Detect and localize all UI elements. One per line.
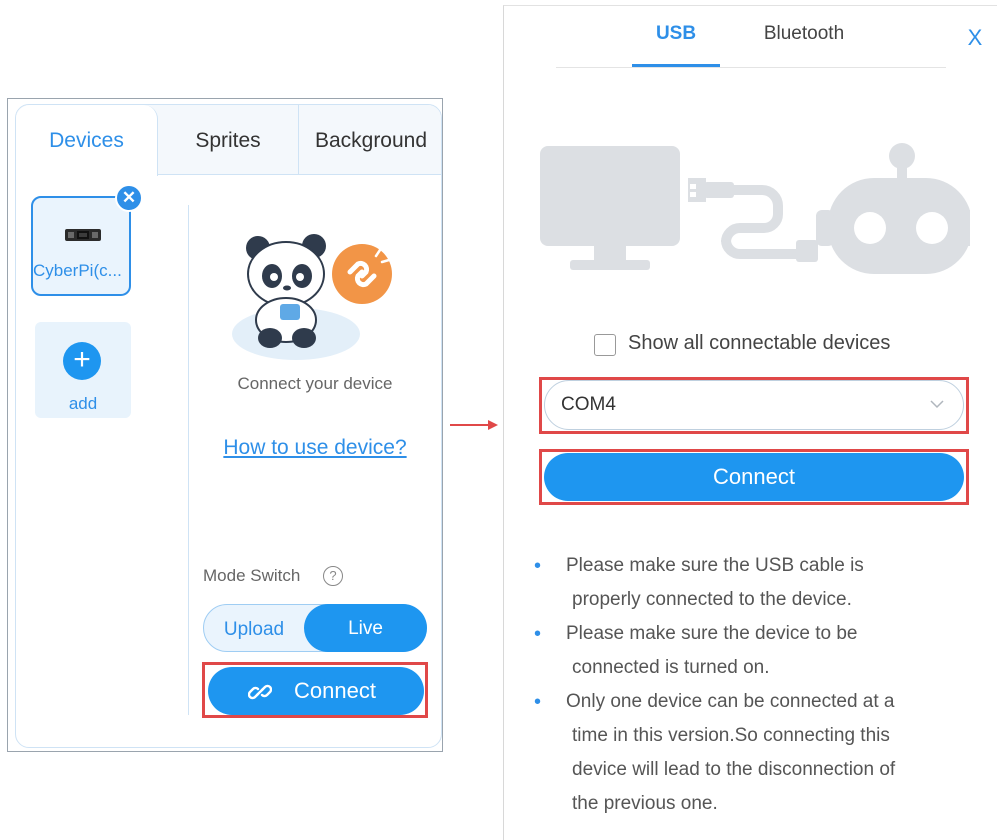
device-card-cyberpi[interactable]: CyberPi(c... bbox=[31, 196, 131, 296]
tip-text: properly connected to the device. bbox=[572, 589, 852, 610]
connect-status-text: Connect your device bbox=[237, 374, 393, 393]
bullet: • bbox=[534, 691, 542, 713]
close-icon[interactable]: X bbox=[963, 24, 987, 52]
help-icon[interactable]: ? bbox=[323, 566, 343, 586]
mode-option-upload[interactable]: Upload bbox=[204, 605, 304, 651]
mode-switch: Upload Live bbox=[203, 604, 427, 652]
tip-text: connected is turned on. bbox=[572, 657, 770, 678]
highlight-box bbox=[202, 662, 428, 718]
cyberpi-device-icon bbox=[65, 229, 101, 241]
panel-divider bbox=[188, 205, 189, 715]
tip-text: Please make sure the USB cable is bbox=[566, 555, 864, 576]
tip-item: • Only one device can be connected at a … bbox=[526, 685, 946, 821]
mode-switch-label: Mode Switch bbox=[203, 566, 301, 585]
arrow-right-icon bbox=[450, 420, 498, 430]
tab-sprites[interactable]: Sprites bbox=[158, 105, 299, 175]
highlight-box bbox=[539, 449, 969, 505]
close-icon[interactable]: ✕ bbox=[115, 184, 143, 212]
tab-bluetooth[interactable]: Bluetooth bbox=[752, 22, 856, 68]
usb-connection-illustration bbox=[540, 143, 970, 274]
device-name: CyberPi(c... bbox=[33, 261, 122, 280]
highlight-box bbox=[539, 377, 969, 434]
device-tabbar: Devices Sprites Background bbox=[16, 105, 441, 176]
show-all-label: Show all connectable devices bbox=[628, 332, 891, 354]
tip-item: • Please make sure the USB cable is prop… bbox=[526, 549, 946, 617]
tab-usb[interactable]: USB bbox=[632, 22, 720, 68]
tab-background[interactable]: Background bbox=[299, 105, 441, 175]
connection-tips: • Please make sure the USB cable is prop… bbox=[526, 549, 946, 821]
how-to-use-device-link[interactable]: How to use device? bbox=[215, 436, 415, 460]
tab-devices[interactable]: Devices bbox=[16, 105, 158, 176]
connect-device-dialog: USB Bluetooth X Show all connectable dev… bbox=[503, 5, 997, 840]
plus-icon: + bbox=[63, 342, 101, 380]
bullet: • bbox=[534, 623, 542, 645]
tip-text: Please make sure the device to be bbox=[566, 623, 858, 644]
tip-text: device will lead to the disconnection of bbox=[572, 759, 896, 780]
panda-disconnected-illustration bbox=[232, 234, 392, 360]
bullet: • bbox=[534, 555, 542, 577]
tip-item: • Please make sure the device to be conn… bbox=[526, 617, 946, 685]
add-device-button[interactable]: + add bbox=[35, 322, 131, 418]
show-all-checkbox[interactable] bbox=[594, 334, 616, 356]
tip-text: time in this version.So connecting this bbox=[572, 725, 890, 746]
tip-text: the previous one. bbox=[572, 793, 718, 814]
tip-text: Only one device can be connected at a bbox=[566, 691, 895, 712]
mode-option-live[interactable]: Live bbox=[304, 604, 427, 652]
tab-divider bbox=[556, 67, 946, 68]
add-label: add bbox=[68, 394, 98, 413]
